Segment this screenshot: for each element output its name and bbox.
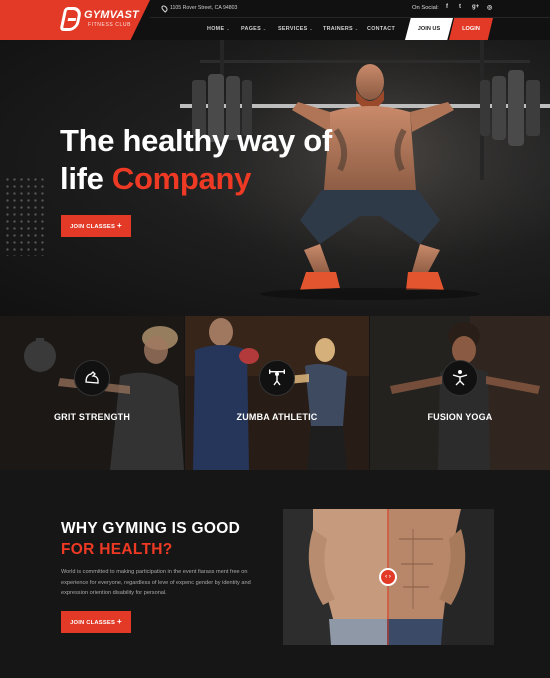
plus-icon: + — [117, 617, 122, 626]
hero-title-line1: The healthy way of — [60, 123, 332, 158]
nav-trainers-label: TRAINERS — [323, 26, 353, 32]
twitter-icon[interactable]: t — [459, 4, 461, 10]
hero-join-classes-button[interactable]: JOIN CLASSES + — [61, 215, 131, 237]
logo-tagline: FITNESS CLUB — [88, 22, 132, 28]
instagram-icon[interactable]: ◎ — [487, 4, 492, 11]
site-header: GYMVAST FITNESS CLUB 1105 Rover Street, … — [0, 0, 550, 40]
comparison-slider-handle[interactable]: ‹ › — [379, 568, 397, 586]
google-plus-icon[interactable]: g+ — [472, 4, 479, 10]
logo[interactable]: GYMVAST FITNESS CLUB — [0, 0, 150, 40]
join-us-label: JOIN US — [417, 26, 441, 32]
hero-title-line2-start: life — [60, 161, 112, 196]
location-pin-icon — [160, 4, 169, 13]
nav-services[interactable]: SERVICES ⌄ — [278, 26, 313, 32]
top-bar: 1105 Rover Street, CA 94803 On Social: f… — [150, 0, 550, 18]
why-gyming-section: WHY GYMING IS GOOD FOR HEALTH? World is … — [0, 470, 550, 678]
nav-trainers[interactable]: TRAINERS ⌄ — [323, 26, 358, 32]
why-description: World is committed to making participati… — [61, 569, 251, 597]
class-label: FUSION YOGA — [427, 412, 493, 422]
nav-contact-label: CONTACT — [367, 26, 396, 32]
login-label: LOGIN — [462, 26, 480, 32]
facebook-icon[interactable]: f — [446, 4, 448, 10]
nav-services-label: SERVICES — [278, 26, 308, 32]
why-title-line2: FOR HEALTH? — [61, 541, 173, 558]
nav-pages[interactable]: PAGES ⌄ — [241, 26, 266, 32]
why-title: WHY GYMING IS GOOD FOR HEALTH? — [61, 518, 240, 560]
nav-pages-label: PAGES — [241, 26, 261, 32]
page: GYMVAST FITNESS CLUB 1105 Rover Street, … — [0, 0, 550, 678]
why-title-line1: WHY GYMING IS GOOD — [61, 520, 241, 537]
hero-section: The healthy way of life Company JOIN CLA… — [0, 40, 550, 316]
hero-title: The healthy way of life Company — [60, 122, 360, 198]
social-label: On Social: — [412, 5, 439, 11]
class-label: GRIT STRENGTH — [53, 412, 131, 422]
nav-home[interactable]: HOME ⌄ — [207, 26, 230, 32]
hero-title-accent: Company — [111, 161, 252, 196]
why-join-classes-button[interactable]: JOIN CLASSES + — [61, 611, 131, 633]
class-card-grit-strength[interactable]: GRIT STRENGTH — [0, 316, 184, 470]
chevron-down-icon: ⌄ — [309, 26, 314, 31]
weightlifter-icon — [259, 360, 295, 396]
login-button[interactable]: LOGIN — [449, 18, 493, 40]
logo-name: GYMVAST — [84, 9, 139, 21]
why-cta-label: JOIN CLASSES — [70, 620, 116, 626]
class-label: ZUMBA ATHLETIC — [236, 412, 318, 422]
flexed-arm-icon — [74, 360, 110, 396]
class-card-fusion-yoga[interactable]: FUSION YOGA — [370, 316, 550, 470]
chevron-down-icon: ⌄ — [354, 26, 359, 31]
classes-section: GRIT STRENGTH ZUMBA ATHLETIC FUSION YOGA — [0, 316, 550, 470]
hero-cta-label: JOIN CLASSES — [70, 224, 116, 230]
join-us-button[interactable]: JOIN US — [405, 18, 453, 40]
chevron-down-icon: ⌄ — [262, 26, 267, 31]
address: 1105 Rover Street, CA 94803 — [170, 5, 238, 11]
hero-title-line2: life Company — [60, 160, 360, 198]
nav-home-label: HOME — [207, 26, 225, 32]
class-card-zumba-athletic[interactable]: ZUMBA ATHLETIC — [185, 316, 369, 470]
decorative-dot-grid — [4, 176, 48, 256]
chevron-down-icon: ⌄ — [226, 26, 230, 31]
yoga-pose-icon — [442, 360, 478, 396]
logo-mark-icon — [59, 7, 83, 31]
plus-icon: + — [117, 221, 122, 230]
nav-contact[interactable]: CONTACT — [367, 26, 395, 32]
